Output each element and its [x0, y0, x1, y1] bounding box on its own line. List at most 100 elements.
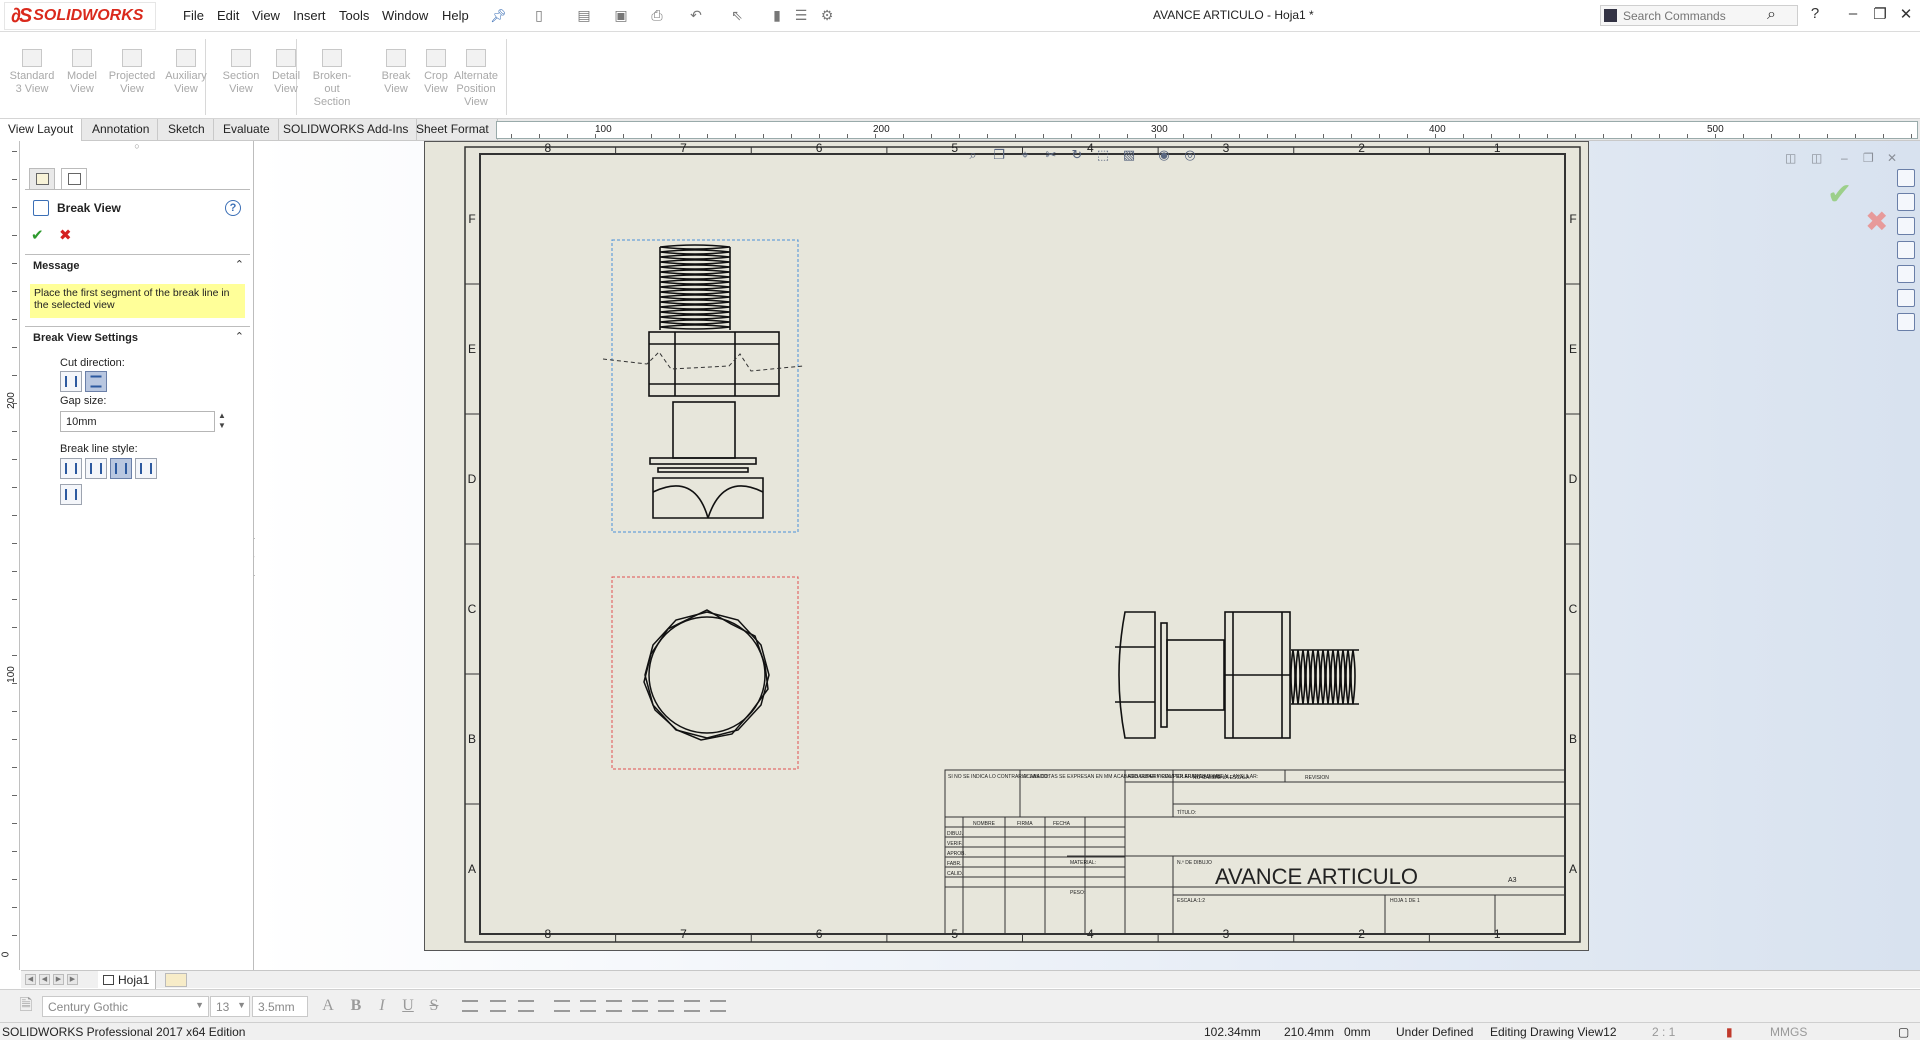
- straight-cut-button[interactable]: [60, 458, 82, 479]
- small-zig-zag-cut-button[interactable]: [135, 458, 157, 479]
- standard-3-view-button[interactable]: Standard 3 View: [6, 49, 58, 96]
- menu-tools[interactable]: Tools: [339, 8, 369, 23]
- projected-view-button[interactable]: Projected View: [106, 49, 158, 96]
- section-view-icon[interactable]: ✂: [1042, 147, 1060, 163]
- alternate-position-view-button[interactable]: Alternate Position View: [450, 49, 502, 109]
- indent-decrease-icon[interactable]: [658, 1000, 674, 1012]
- prev-sheet-icon[interactable]: ◀: [39, 974, 50, 985]
- graphics-area[interactable]: 8877665544332211FFEEDDCCBBAA SI NO SE IN…: [255, 141, 1920, 970]
- pin-menu-icon[interactable]: 📌︎: [490, 8, 507, 24]
- chat-icon[interactable]: ▢: [1898, 1025, 1909, 1039]
- sheet-tab-hoja1[interactable]: Hoja1: [98, 971, 157, 989]
- bold-button[interactable]: B: [346, 996, 366, 1017]
- ok-button[interactable]: ✔: [31, 226, 44, 244]
- align-right-icon[interactable]: [518, 1000, 534, 1012]
- hide-show-icon[interactable]: ◉: [1155, 147, 1173, 163]
- broken-out-section-button[interactable]: Broken-out Section: [306, 49, 358, 109]
- print-icon[interactable]: ⎙: [648, 7, 666, 23]
- rebuild-icon[interactable]: ▮: [768, 7, 786, 23]
- text-height-input[interactable]: 3.5mm: [252, 996, 308, 1017]
- tab-sketch[interactable]: Sketch: [160, 119, 214, 141]
- underline-button[interactable]: U: [398, 996, 418, 1017]
- search-input[interactable]: [1623, 8, 1763, 24]
- detail-view-button[interactable]: Detail View: [260, 49, 312, 96]
- tab-sheet-format[interactable]: Sheet Format: [408, 119, 498, 141]
- status-scale[interactable]: 2 : 1: [1652, 1025, 1675, 1039]
- chevron-up-icon[interactable]: ⌃: [235, 258, 244, 271]
- restore-icon[interactable]: ❐: [1870, 5, 1890, 23]
- dynamic-annotation-icon[interactable]: ↻: [1068, 147, 1086, 163]
- new-document-icon[interactable]: ▯: [530, 7, 548, 23]
- first-sheet-icon[interactable]: ◀: [25, 974, 36, 985]
- doc-close-icon[interactable]: ✕: [1887, 151, 1897, 165]
- tab-solidworks-add-ins[interactable]: SOLIDWORKS Add-Ins: [275, 119, 418, 141]
- menu-insert[interactable]: Insert: [293, 8, 326, 23]
- tab-property-manager[interactable]: [29, 168, 55, 190]
- solidworks-logo[interactable]: ∂S SOLIDWORKS: [4, 2, 156, 30]
- help-menu-icon[interactable]: ?: [1805, 5, 1825, 22]
- close-icon[interactable]: ✕: [1896, 5, 1916, 23]
- numbering-icon[interactable]: [632, 1000, 648, 1012]
- drawing-canvas[interactable]: 8877665544332211F FE ED DC CB BA A SI NO…: [425, 142, 1590, 952]
- bullets-icon[interactable]: [606, 1000, 622, 1012]
- save-icon[interactable]: ▣: [612, 7, 630, 23]
- jagged-cut-button[interactable]: [60, 484, 82, 505]
- strikethrough-button[interactable]: S: [424, 996, 444, 1017]
- undo-icon[interactable]: ↶: [687, 7, 705, 23]
- menu-file[interactable]: File: [183, 8, 204, 23]
- options-gear-icon[interactable]: ⚙: [818, 7, 836, 23]
- align-left-icon[interactable]: [462, 1000, 478, 1012]
- search-commands-box[interactable]: ⌕: [1600, 5, 1798, 26]
- display-style-icon[interactable]: ▧: [1120, 147, 1138, 163]
- file-explorer-icon[interactable]: [1897, 217, 1915, 235]
- horizontal-cut-button[interactable]: [85, 371, 107, 392]
- model-view-button[interactable]: Model View: [56, 49, 108, 96]
- next-sheet-icon[interactable]: ▶: [53, 974, 64, 985]
- menu-help[interactable]: Help: [442, 8, 469, 23]
- appearance-icon[interactable]: ◎: [1181, 147, 1199, 163]
- indent-increase-icon[interactable]: [684, 1000, 700, 1012]
- gap-size-input[interactable]: [60, 411, 215, 432]
- tile-left-icon[interactable]: ◫: [1785, 151, 1796, 165]
- forum-icon[interactable]: [1897, 313, 1915, 331]
- cancel-button[interactable]: ✖: [59, 226, 72, 244]
- custom-properties-icon[interactable]: [1897, 289, 1915, 307]
- drawing-sheet[interactable]: 8877665544332211FFEEDDCCBBAA SI NO SE IN…: [424, 141, 1589, 951]
- design-library-icon[interactable]: [1897, 193, 1915, 211]
- gap-size-spinner[interactable]: ▲ ▼: [216, 411, 228, 432]
- font-color-button[interactable]: A: [318, 996, 338, 1017]
- rebuild-indicator-icon[interactable]: ▮: [1726, 1025, 1733, 1039]
- bolt-end-view[interactable]: [643, 609, 770, 741]
- home-icon[interactable]: [1897, 169, 1915, 187]
- select-icon[interactable]: ⇖: [728, 7, 746, 23]
- confirmation-ok-icon[interactable]: ✔: [1827, 177, 1852, 212]
- last-sheet-icon[interactable]: ▶: [67, 974, 78, 985]
- tile-right-icon[interactable]: ◫: [1811, 151, 1822, 165]
- file-properties-icon[interactable]: ☰: [792, 7, 810, 23]
- border-icon[interactable]: [554, 1000, 570, 1012]
- line-spacing-icon[interactable]: [710, 1000, 726, 1012]
- bolt-side-view[interactable]: [1115, 611, 1359, 739]
- previous-view-icon[interactable]: ⌖: [1016, 147, 1034, 163]
- tab-feature-tree[interactable]: [61, 168, 87, 190]
- symbol-icon[interactable]: [580, 1000, 596, 1012]
- align-center-icon[interactable]: [490, 1000, 506, 1012]
- help-icon[interactable]: ?: [225, 200, 241, 216]
- tab-evaluate[interactable]: Evaluate: [215, 119, 279, 141]
- zig-zag-cut-button[interactable]: [110, 458, 132, 479]
- doc-minimize-icon[interactable]: –: [1841, 151, 1848, 165]
- menu-window[interactable]: Window: [382, 8, 428, 23]
- tab-annotation[interactable]: Annotation: [84, 119, 159, 141]
- confirmation-cancel-icon[interactable]: ✖: [1865, 205, 1888, 238]
- status-units[interactable]: MMGS: [1770, 1025, 1807, 1039]
- font-style-icon[interactable]: 🗎︎: [16, 996, 36, 1017]
- panel-grip[interactable]: ○: [21, 141, 253, 155]
- view-palette-icon[interactable]: [1897, 241, 1915, 259]
- appearances-icon[interactable]: [1897, 265, 1915, 283]
- menu-view[interactable]: View: [252, 8, 280, 23]
- vertical-cut-button[interactable]: [60, 371, 82, 392]
- chevron-up-icon[interactable]: ⌃: [235, 330, 244, 343]
- zoom-to-area-icon[interactable]: ❐: [990, 147, 1008, 163]
- zoom-to-fit-icon[interactable]: ⌕: [964, 147, 982, 163]
- view-frame-bottom[interactable]: [611, 576, 799, 770]
